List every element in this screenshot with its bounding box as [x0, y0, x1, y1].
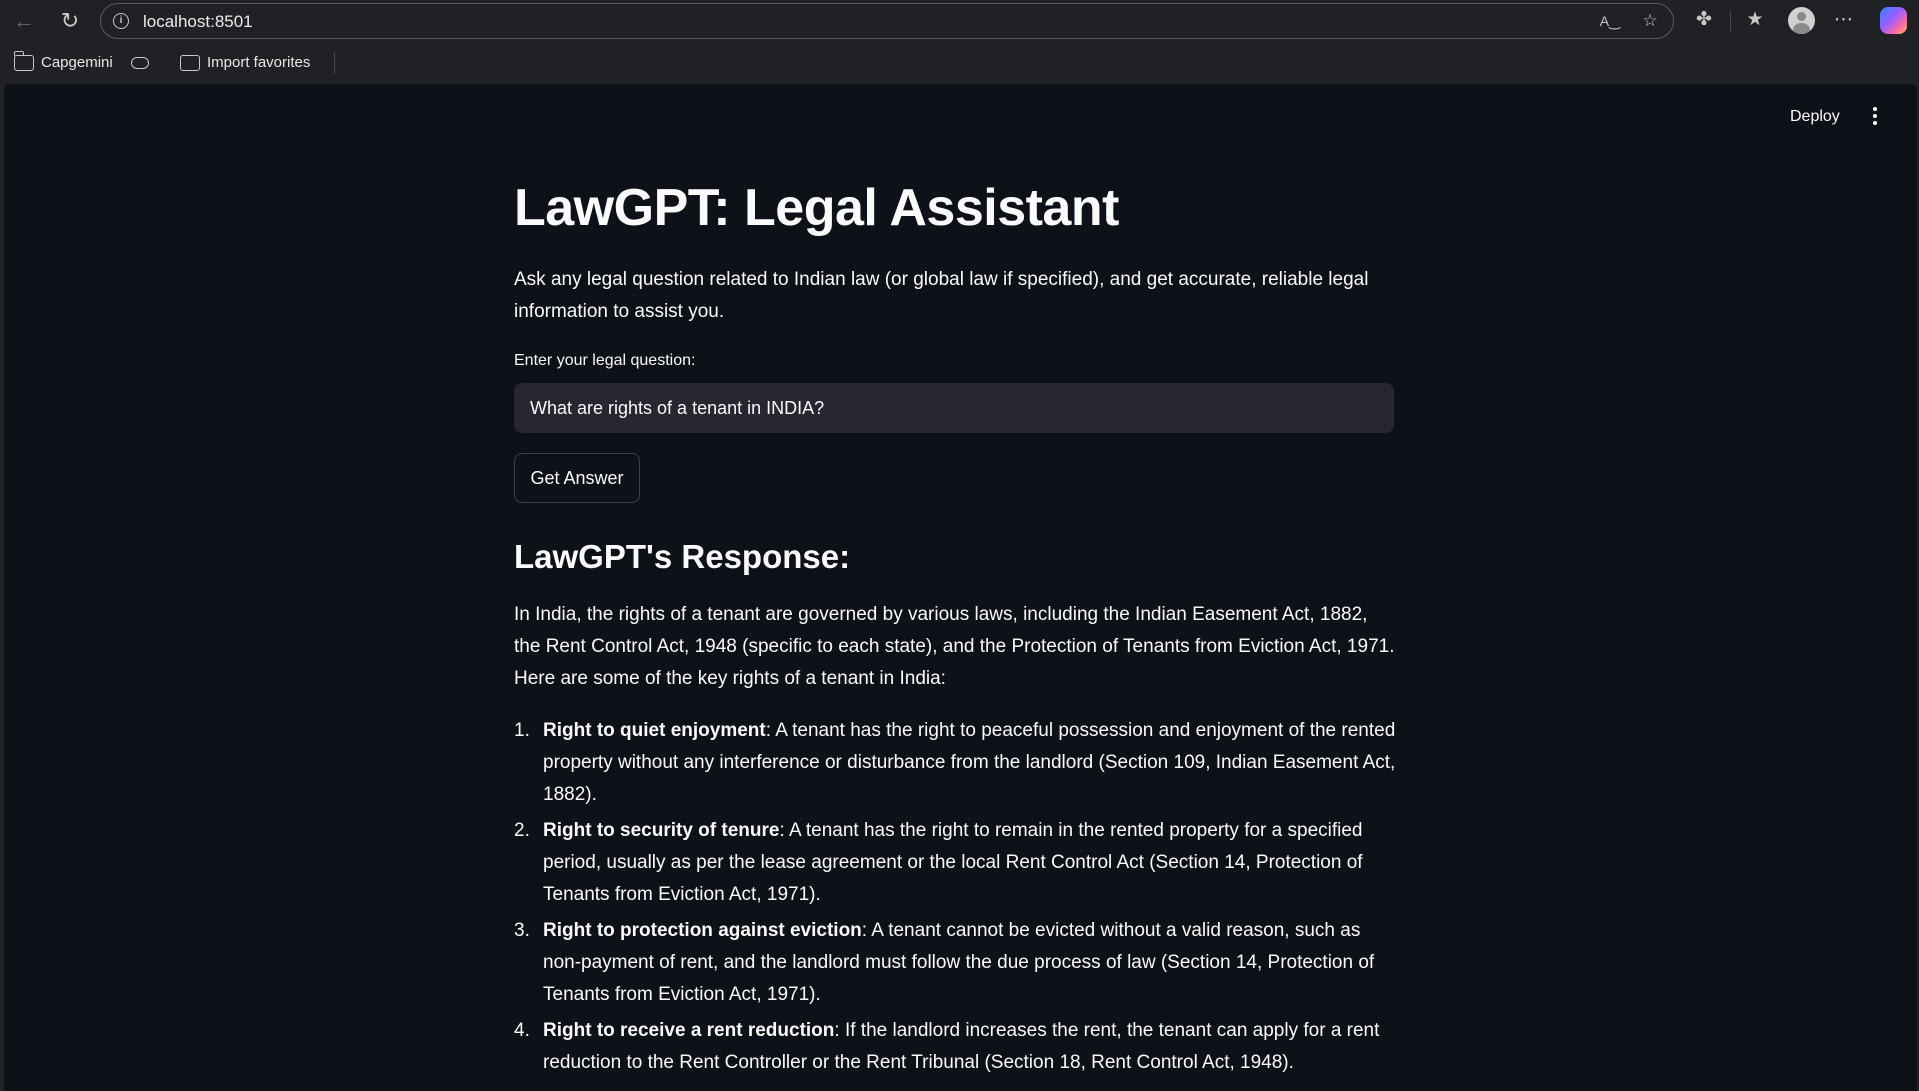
favorites-divider — [334, 52, 335, 74]
favorite-pill[interactable] — [131, 52, 149, 74]
list-item-title: Right to security of tenure — [543, 820, 780, 841]
read-aloud-icon[interactable]: A‿ — [1598, 10, 1622, 32]
page-title: LawGPT: Legal Assistant — [514, 179, 1119, 237]
back-arrow-icon[interactable]: ← — [10, 8, 38, 34]
copilot-icon[interactable] — [1880, 7, 1907, 34]
list-item-title: Right to protection against eviction — [543, 920, 862, 941]
list-number: 2. — [514, 820, 530, 841]
info-icon[interactable]: i — [113, 13, 129, 29]
list-item-title: Right to quiet enjoyment — [543, 720, 766, 741]
main-menu-icon[interactable] — [1868, 104, 1882, 130]
favorites-list-icon[interactable]: ★ — [1741, 7, 1769, 33]
favorites-bar: Capgemini Import favorites — [0, 42, 1919, 84]
question-input[interactable] — [514, 383, 1394, 433]
favorite-capgemini[interactable]: Capgemini — [14, 51, 113, 74]
address-bar[interactable]: i localhost:8501 A‿ ☆ — [100, 3, 1674, 39]
list-item: 3. Right to protection against eviction:… — [514, 915, 1399, 1011]
list-item-title: Right to receive a rent reduction — [543, 1020, 835, 1041]
list-number: 3. — [514, 920, 530, 941]
list-item: 2. Right to security of tenure: A tenant… — [514, 815, 1399, 911]
list-number: 4. — [514, 1020, 530, 1041]
puzzle-icon[interactable]: ✤ — [1690, 7, 1718, 33]
pill-icon — [131, 57, 149, 69]
url-text[interactable]: localhost:8501 — [143, 12, 253, 32]
response-intro: In India, the rights of a tenant are gov… — [514, 604, 1395, 689]
favorite-label: Capgemini — [41, 54, 113, 71]
list-number: 1. — [514, 720, 530, 741]
question-label: Enter your legal question: — [514, 352, 696, 369]
star-icon[interactable]: ☆ — [1638, 10, 1662, 32]
favorite-import[interactable]: Import favorites — [180, 52, 310, 74]
folder-icon — [14, 51, 34, 71]
response-heading: LawGPT's Response: — [514, 538, 851, 575]
response-list: 1. Right to quiet enjoyment: A tenant ha… — [514, 715, 1399, 1083]
reload-icon[interactable]: ↻ — [56, 8, 84, 34]
favorite-label: Import favorites — [207, 54, 311, 71]
deploy-button[interactable]: Deploy — [1790, 108, 1840, 126]
app-viewport: Deploy LawGPT: Legal Assistant Ask any l… — [4, 84, 1917, 1091]
list-item: 1. Right to quiet enjoyment: A tenant ha… — [514, 715, 1399, 811]
profile-avatar-icon[interactable] — [1788, 7, 1815, 34]
list-item: 4. Right to receive a rent reduction: If… — [514, 1015, 1399, 1079]
browser-toolbar: ← ↻ i localhost:8501 A‿ ☆ ✤ ★ ⋯ — [0, 0, 1919, 42]
more-horizontal-icon[interactable]: ⋯ — [1830, 7, 1858, 33]
import-icon — [180, 55, 200, 71]
toolbar-divider — [1730, 11, 1731, 31]
get-answer-button[interactable]: Get Answer — [514, 453, 640, 503]
intro-text: Ask any legal question related to Indian… — [514, 269, 1369, 322]
